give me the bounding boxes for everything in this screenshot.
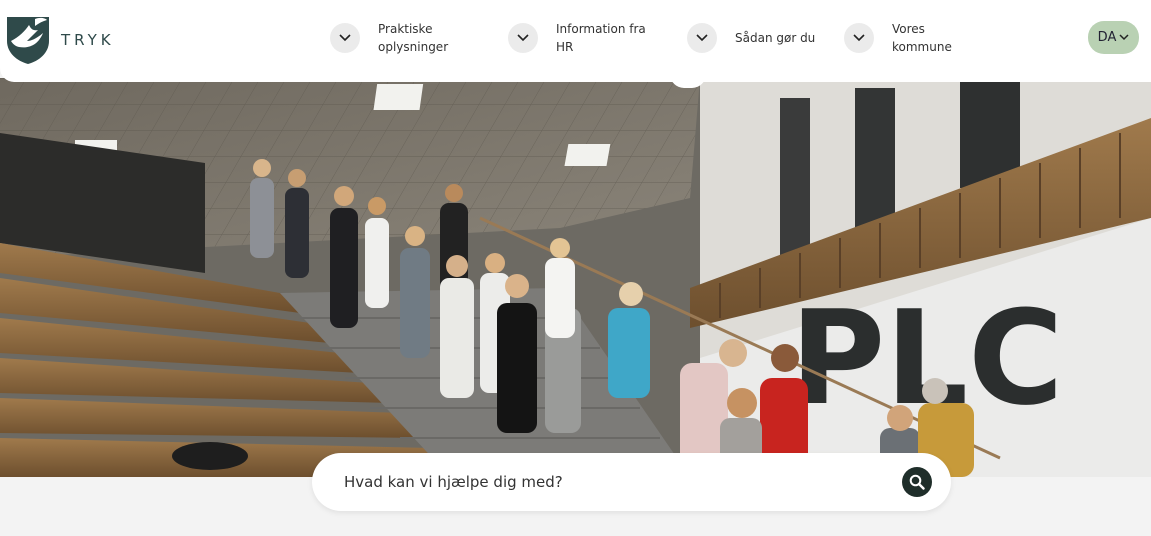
hero-photo: PLC [0, 78, 1151, 477]
brand-name: TRYK [61, 31, 115, 49]
nav-toggle-button[interactable] [844, 23, 874, 53]
search-icon [909, 474, 925, 490]
nav-item-vores-kommune[interactable]: Vores kommune [844, 18, 987, 58]
seagull-shield-logo-icon [7, 17, 49, 64]
hero-image: PLC [0, 78, 1151, 477]
chevron-down-icon [517, 34, 529, 42]
logo[interactable]: TRYK [5, 14, 115, 66]
nav-label: Praktiske oplysninger [378, 22, 449, 54]
chevron-down-icon [696, 34, 708, 42]
site-header: TRYK Praktiske oplysninger Information f… [0, 0, 1151, 82]
chevron-down-icon [339, 34, 351, 42]
nav-label: Sådan gør du [735, 31, 816, 45]
language-selector[interactable]: DA [1088, 21, 1139, 54]
nav-item-praktiske-oplysninger[interactable]: Praktiske oplysninger [330, 18, 473, 58]
chevron-down-icon [1119, 34, 1129, 41]
nav-item-saadan-goer-du[interactable]: Sådan gør du [687, 18, 815, 58]
chevron-down-icon [853, 34, 865, 42]
nav-label: Information fra HR [556, 22, 646, 54]
nav-toggle-button[interactable] [330, 23, 360, 53]
nav-toggle-button[interactable] [687, 23, 717, 53]
search-input[interactable] [342, 472, 886, 492]
nav-toggle-button[interactable] [508, 23, 538, 53]
search-bar [312, 453, 951, 511]
nav-item-information-fra-hr[interactable]: Information fra HR [508, 18, 651, 58]
search-button[interactable] [902, 467, 932, 497]
nav-label: Vores kommune [892, 22, 952, 54]
language-label: DA [1097, 30, 1117, 45]
